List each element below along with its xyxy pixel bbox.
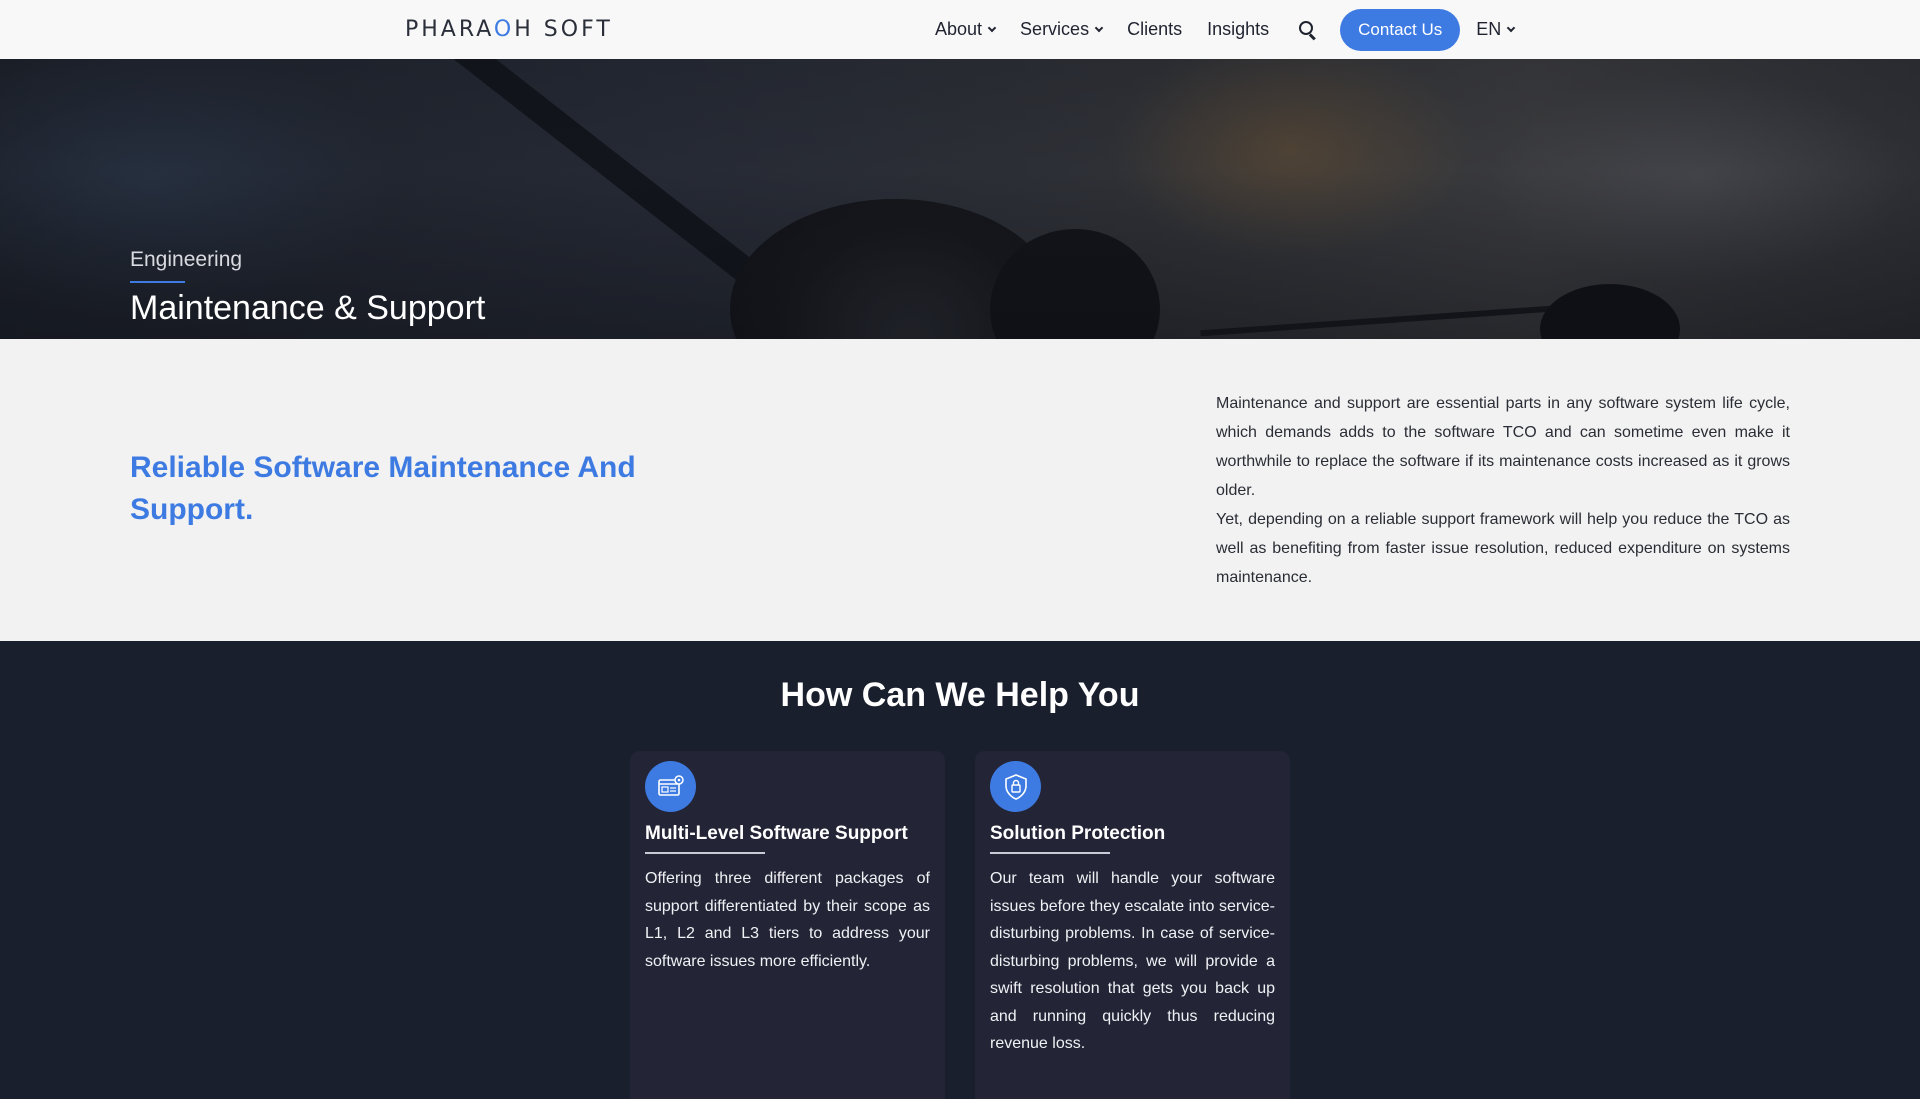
shield-lock-icon <box>990 761 1041 812</box>
nav-insights[interactable]: Insights <box>1207 19 1269 40</box>
service-card-solution-protection: Solution Protection Our team will handle… <box>975 751 1290 1099</box>
intro-text: Maintenance and support are essential pa… <box>1216 389 1790 592</box>
intro-paragraph-1: Maintenance and support are essential pa… <box>1216 395 1790 499</box>
hero-kicker-underline <box>130 281 185 283</box>
hero-banner: Engineering Maintenance & Support <box>0 59 1920 339</box>
nav-insights-label: Insights <box>1207 19 1270 39</box>
card-text: Our team will handle your software issue… <box>990 870 1275 1052</box>
intro-paragraph-2: Yet, depending on a reliable support fra… <box>1216 511 1790 586</box>
main-nav: About Services Clients Insights Contact … <box>935 0 1516 59</box>
help-heading: How Can We Help You <box>780 676 1140 714</box>
service-card-software-support: Multi-Level Software Support Offering th… <box>630 751 945 1099</box>
card-title: Multi-Level Software Support <box>645 823 908 844</box>
language-label: EN <box>1476 19 1502 39</box>
nav-services[interactable]: Services <box>1020 19 1104 40</box>
nav-about[interactable]: About <box>935 19 997 40</box>
logo-text-accent: O <box>493 17 515 42</box>
intro-heading: Reliable Software Maintenance And Suppor… <box>130 451 636 526</box>
software-support-icon <box>645 761 696 812</box>
chevron-down-icon <box>1507 23 1516 32</box>
help-section: How Can We Help You Multi-Level Software… <box>0 641 1920 1099</box>
logo[interactable]: PHARAOH SOFT <box>405 17 613 43</box>
language-selector[interactable]: EN <box>1476 19 1516 40</box>
nav-clients-label: Clients <box>1127 19 1183 39</box>
hero-kicker: Engineering <box>130 248 243 271</box>
search-icon[interactable] <box>1299 21 1316 38</box>
nav-services-label: Services <box>1020 19 1090 39</box>
nav-about-label: About <box>935 19 983 39</box>
contact-us-button[interactable]: Contact Us <box>1340 8 1461 51</box>
site-header: PHARAOH SOFT About Services Clients Insi… <box>0 0 1920 59</box>
logo-text-part2: H SOFT <box>514 17 613 42</box>
card-title: Solution Protection <box>990 823 1166 844</box>
card-title-underline <box>990 852 1110 854</box>
chevron-down-icon <box>987 23 997 32</box>
card-text: Offering three different packages of sup… <box>645 870 930 970</box>
intro-section: Reliable Software Maintenance And Suppor… <box>0 339 1920 641</box>
card-title-underline <box>645 852 765 854</box>
nav-clients[interactable]: Clients <box>1127 19 1182 40</box>
logo-text-part1: PHARA <box>405 17 494 42</box>
page-title: Maintenance & Support <box>130 289 486 327</box>
chevron-down-icon <box>1094 23 1104 32</box>
